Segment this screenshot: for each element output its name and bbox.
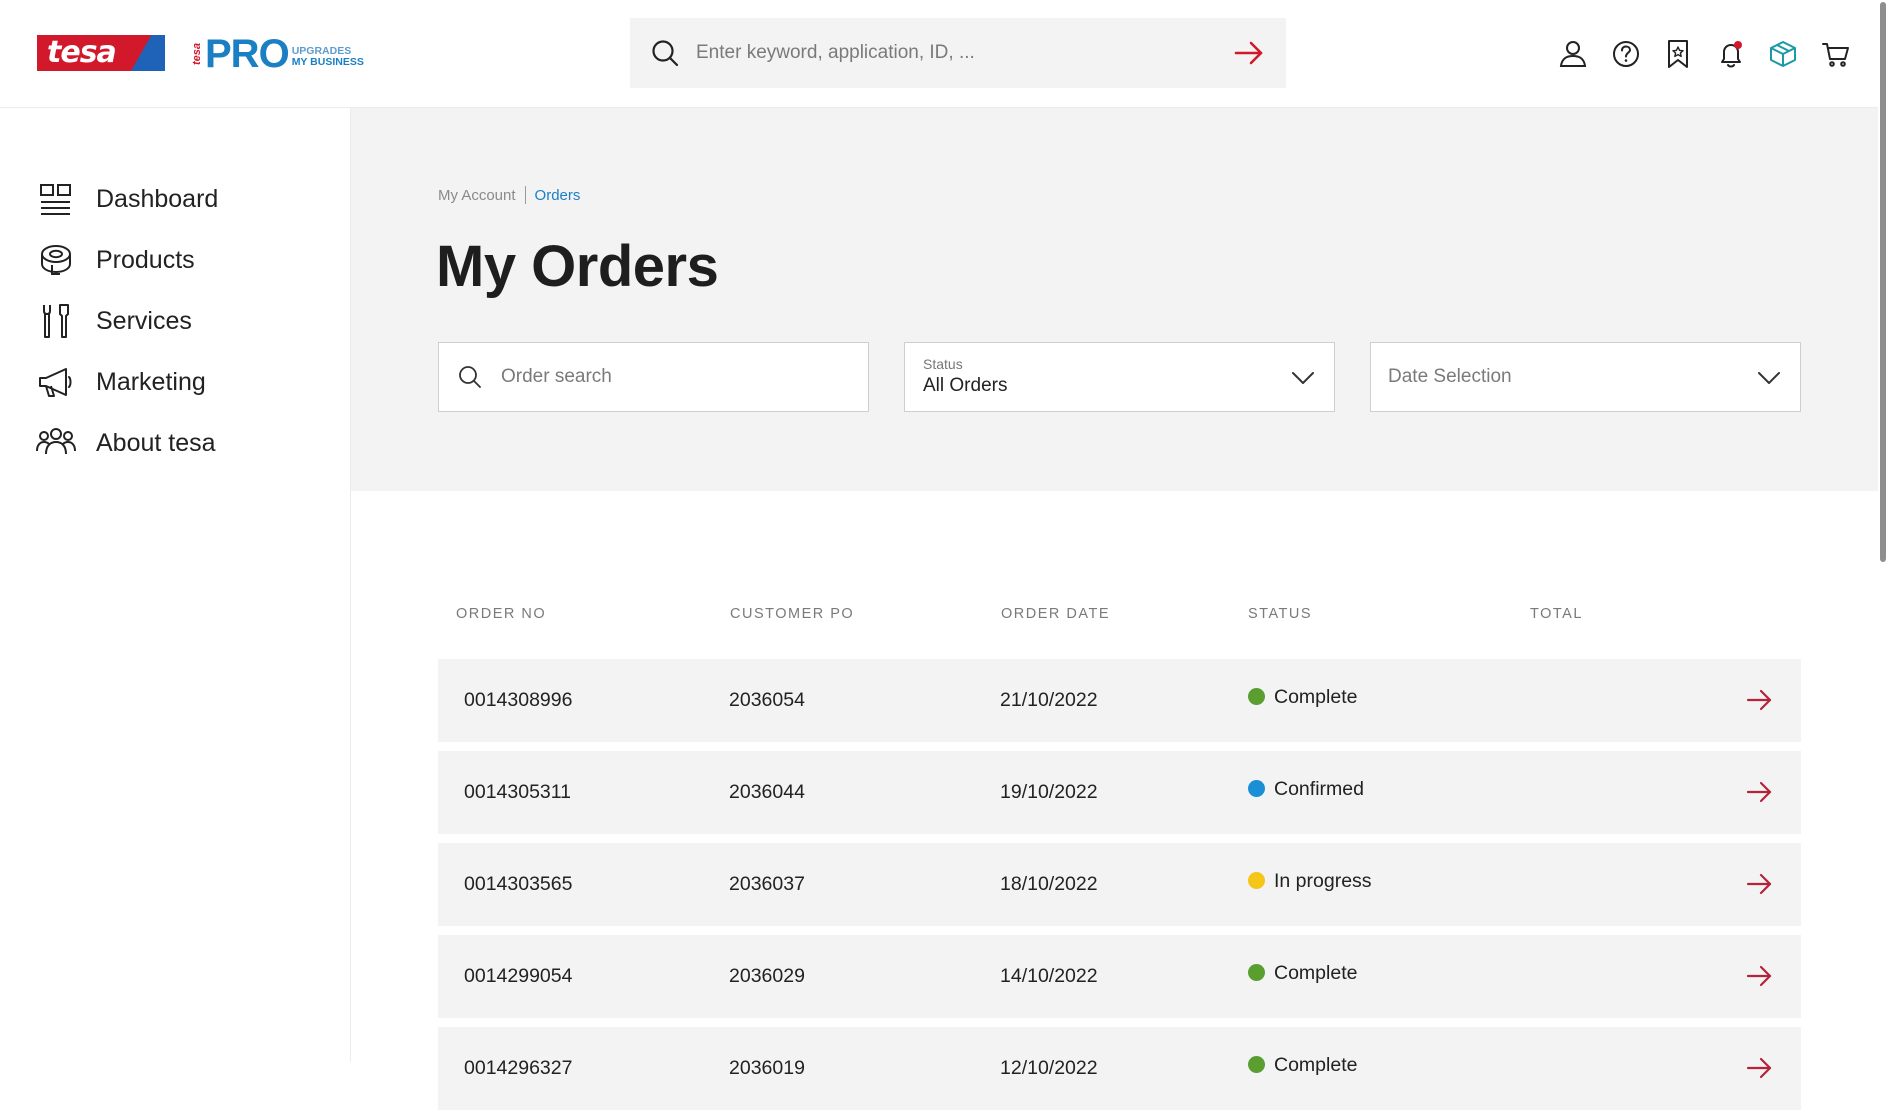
order-search-input[interactable] — [499, 356, 868, 398]
notification-dot — [1733, 41, 1742, 49]
search-icon — [652, 40, 679, 67]
order-status: Confirmed — [1248, 747, 1364, 830]
sidebar-item-label: Marketing — [96, 367, 206, 396]
sidebar-item-label: Products — [96, 245, 195, 274]
arrow-right-icon[interactable] — [1743, 868, 1775, 900]
chevron-down-icon — [1758, 372, 1780, 384]
page-scrollbar-thumb[interactable] — [1880, 2, 1886, 562]
status-select-content: Status All Orders — [923, 356, 1007, 398]
search-icon — [459, 366, 481, 388]
table-row[interactable]: 0014308996 2036054 21/10/2022 Complete — [438, 659, 1801, 742]
tesa-logo-swoosh — [131, 35, 165, 71]
tape-roll-icon — [41, 245, 71, 275]
table-row[interactable]: 0014303565 2036037 18/10/2022 In progres… — [438, 843, 1801, 926]
status-text: Complete — [1274, 961, 1358, 984]
order-number: 0014296327 — [464, 1057, 573, 1079]
column-header-status: STATUS — [1248, 606, 1313, 622]
help-icon[interactable] — [1610, 38, 1642, 70]
order-date: 19/10/2022 — [1000, 781, 1098, 803]
status-dot — [1248, 688, 1265, 705]
people-icon — [36, 428, 76, 455]
order-number: 0014308996 — [464, 689, 573, 711]
cart-icon[interactable] — [1820, 38, 1852, 70]
arrow-right-icon[interactable] — [1743, 776, 1775, 808]
search-submit-arrow-icon[interactable] — [1232, 36, 1266, 70]
order-date: 21/10/2022 — [1000, 689, 1098, 711]
global-search-input[interactable] — [694, 32, 1232, 74]
customer-po: 2036054 — [729, 689, 805, 711]
sidebar-item-products[interactable]: Products — [36, 240, 195, 280]
date-selection-select[interactable]: Date Selection — [1370, 342, 1801, 412]
column-header-order-no: ORDER NO — [456, 606, 547, 622]
sidebar-item-label: Dashboard — [96, 184, 219, 213]
date-selection-placeholder: Date Selection — [1388, 366, 1512, 387]
tesa-logo-text: tesa — [47, 35, 117, 70]
top-header: tesa tesa PRO UPGRADES MY BUSINESS — [0, 0, 1878, 108]
bell-icon[interactable] — [1715, 38, 1747, 70]
order-number: 0014305311 — [464, 781, 572, 803]
status-select[interactable]: Status All Orders — [904, 342, 1335, 412]
tesa-logo[interactable]: tesa — [37, 35, 165, 71]
order-date: 14/10/2022 — [1000, 965, 1098, 987]
breadcrumb-orders[interactable]: Orders — [535, 187, 581, 204]
sidebar-item-label: About tesa — [96, 428, 216, 457]
page-title: My Orders — [436, 234, 719, 299]
customer-po: 2036019 — [729, 1057, 805, 1079]
global-search-bar — [630, 18, 1286, 88]
column-header-order-date: ORDER DATE — [1001, 606, 1110, 622]
megaphone-icon — [39, 368, 72, 397]
sidebar-item-marketing[interactable]: Marketing — [36, 362, 206, 402]
status-text: Complete — [1274, 685, 1358, 708]
breadcrumb: My Account Orders — [438, 186, 580, 204]
order-number: 0014299054 — [464, 965, 573, 987]
status-text: In progress — [1274, 869, 1372, 892]
order-number: 0014303565 — [464, 873, 573, 895]
order-date: 12/10/2022 — [1000, 1057, 1098, 1079]
order-search-field[interactable] — [438, 342, 869, 412]
status-dot — [1248, 1056, 1265, 1073]
breadcrumb-my-account[interactable]: My Account — [438, 187, 516, 204]
sidebar: Dashboard Products Services Marketing Ab… — [0, 108, 351, 1062]
table-row[interactable]: 0014305311 2036044 19/10/2022 Confirmed — [438, 751, 1801, 834]
sidebar-item-services[interactable]: Services — [36, 301, 192, 341]
table-row[interactable]: 0014299054 2036029 14/10/2022 Complete — [438, 935, 1801, 1018]
status-dot — [1248, 780, 1265, 797]
sidebar-item-dashboard[interactable]: Dashboard — [36, 179, 218, 219]
orders-box-icon[interactable] — [1767, 38, 1799, 70]
tools-icon — [43, 304, 69, 338]
column-header-total: TOTAL — [1530, 606, 1583, 622]
arrow-right-icon[interactable] — [1743, 684, 1775, 716]
status-text: Confirmed — [1274, 777, 1364, 800]
order-status: Complete — [1248, 655, 1357, 738]
status-select-value: All Orders — [923, 375, 1008, 396]
order-date: 18/10/2022 — [1000, 873, 1098, 895]
sidebar-item-about-tesa[interactable]: About tesa — [36, 423, 216, 463]
customer-po: 2036029 — [729, 965, 805, 987]
status-dot — [1248, 872, 1265, 889]
status-text: Complete — [1274, 1053, 1358, 1076]
dashboard-icon — [40, 184, 71, 215]
order-status: Complete — [1248, 1023, 1357, 1106]
tesa-pro-logo[interactable]: tesa PRO UPGRADES MY BUSINESS — [191, 32, 364, 76]
tesa-pro-tagline: UPGRADES MY BUSINESS — [292, 46, 364, 68]
user-icon[interactable] — [1557, 38, 1589, 70]
tesa-pro-text: PRO — [205, 32, 290, 76]
tesa-pro-prefix: tesa — [191, 42, 203, 66]
status-select-label: Status — [923, 356, 963, 372]
bookmark-icon[interactable] — [1662, 38, 1694, 70]
chevron-down-icon — [1292, 372, 1314, 384]
table-row[interactable]: 0014296327 2036019 12/10/2022 Complete — [438, 1027, 1801, 1110]
arrow-right-icon[interactable] — [1743, 960, 1775, 992]
order-status: Complete — [1248, 931, 1357, 1014]
customer-po: 2036044 — [729, 781, 805, 803]
header-icon-bar — [1557, 38, 1872, 70]
sidebar-item-label: Services — [96, 306, 192, 335]
arrow-right-icon[interactable] — [1743, 1052, 1775, 1084]
column-header-customer-po: CUSTOMER PO — [730, 606, 855, 622]
breadcrumb-separator — [524, 186, 526, 204]
status-dot — [1248, 964, 1265, 981]
customer-po: 2036037 — [729, 873, 805, 895]
tesa-pro-tagline-2: MY BUSINESS — [291, 56, 364, 68]
order-status: In progress — [1248, 839, 1372, 922]
